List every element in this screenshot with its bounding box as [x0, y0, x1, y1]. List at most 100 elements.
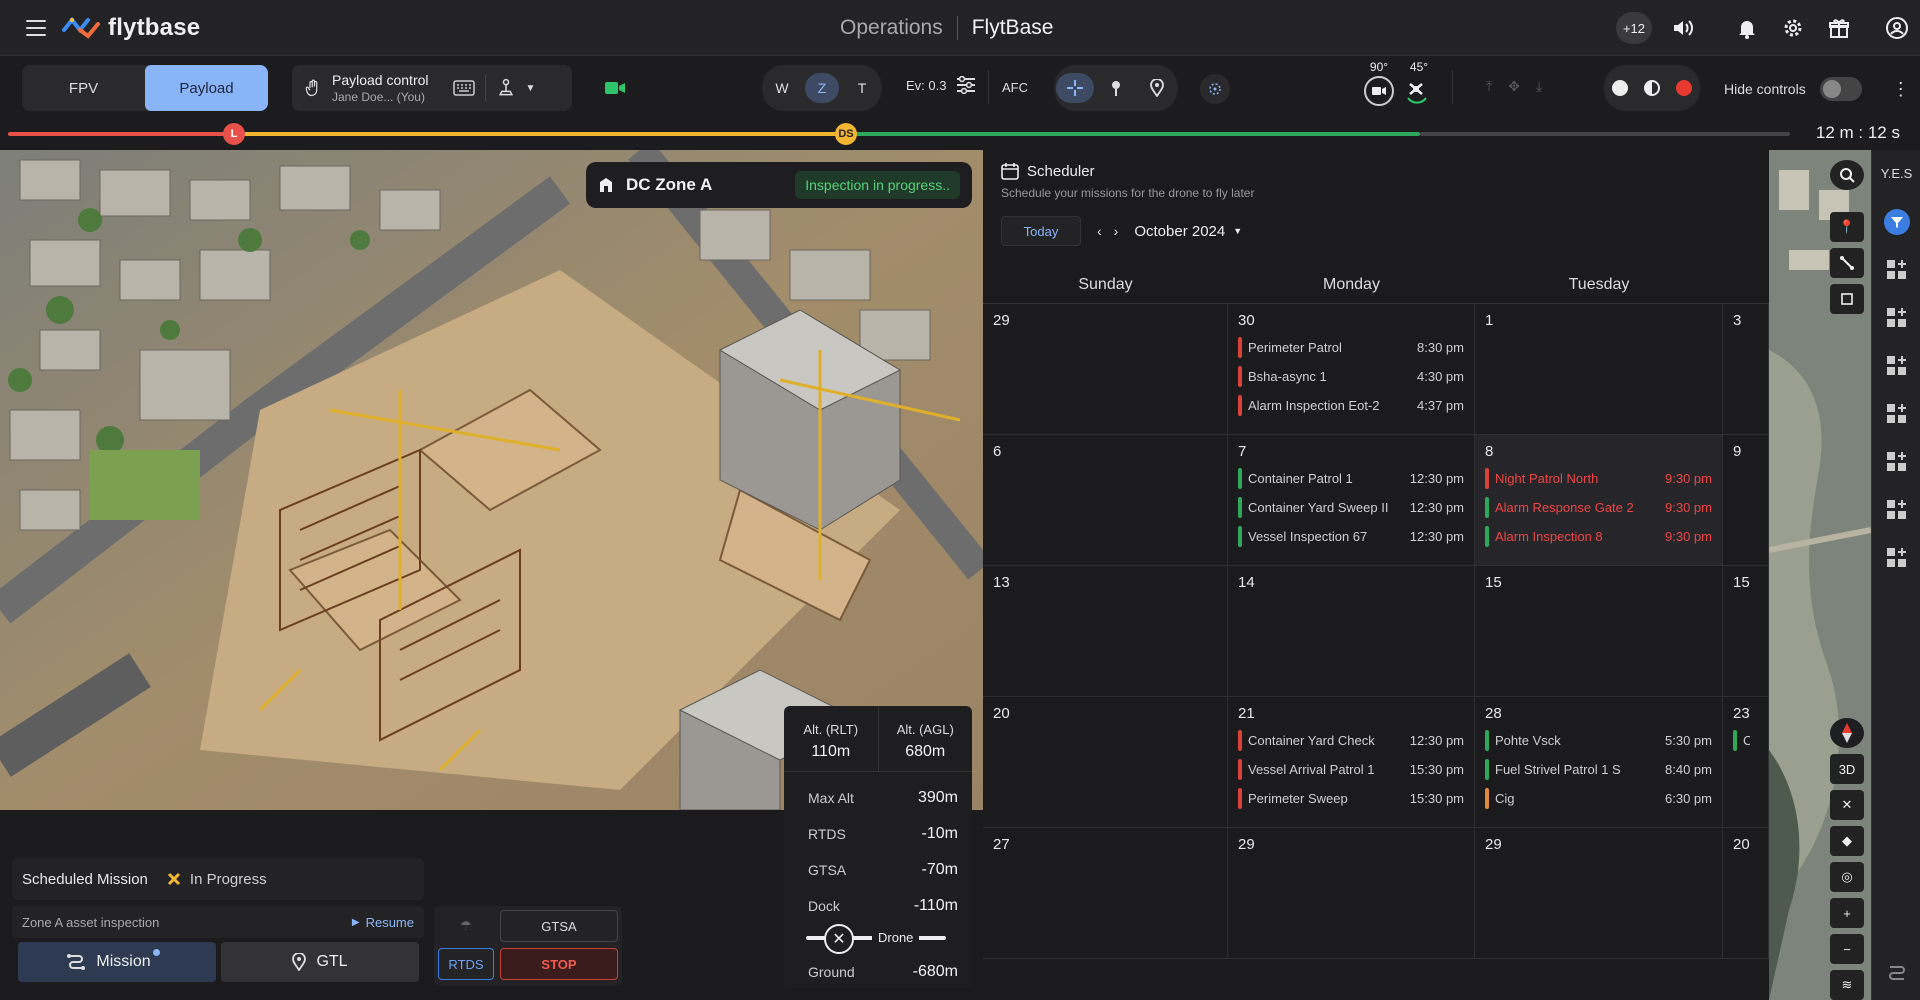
photo-capture-icon[interactable] [1612, 80, 1628, 96]
calendar-event[interactable]: Alarm Response Gate 2 9:30 pm [1485, 497, 1712, 518]
afc-button[interactable]: AFC [1002, 80, 1028, 95]
calendar-day-cell[interactable]: 29 [1228, 828, 1475, 959]
widget-add-icon-1[interactable] [1881, 254, 1913, 286]
widget-add-icon-7[interactable] [1881, 542, 1913, 574]
breadcrumb-flytbase[interactable]: FlytBase [972, 16, 1054, 40]
calendar-day-cell[interactable]: 29 [1475, 828, 1723, 959]
widget-add-icon-3[interactable] [1881, 350, 1913, 382]
calendar-event[interactable]: Perimeter Patrol 8:30 pm [1238, 337, 1464, 358]
map-zoom-in-icon[interactable]: + [1830, 898, 1864, 928]
calendar-event[interactable]: Chec [1733, 730, 1758, 751]
calendar-day-cell[interactable]: 14 [1228, 566, 1475, 697]
gtl-button[interactable]: GTL [221, 942, 419, 982]
location-marker-icon[interactable] [1138, 73, 1176, 103]
calendar-event[interactable]: Vessel Arrival Patrol 1 15:30 pm [1238, 759, 1464, 780]
users-count-badge[interactable]: +12 [1616, 12, 1652, 44]
calendar-event[interactable]: Bsha-async 1 4:30 pm [1238, 366, 1464, 387]
keyboard-icon[interactable] [452, 80, 475, 96]
calendar-event[interactable]: Container Yard Check 12:30 pm [1238, 730, 1464, 751]
flytbase-logo[interactable]: flytbase [62, 12, 200, 44]
filter-icon[interactable] [1881, 206, 1913, 238]
calendar-day-cell[interactable]: 30 Perimeter Patrol 8:30 pm Bsha-async 1 4:3… [1228, 304, 1475, 435]
map-measure-line-icon[interactable] [1830, 248, 1864, 278]
calendar-event[interactable]: Night Patrol North 9:30 pm [1485, 468, 1712, 489]
gtsa-button[interactable]: GTSA [500, 910, 618, 942]
zoom-lens-option[interactable]: Z [805, 73, 839, 103]
calendar-day-cell[interactable]: 27 [983, 828, 1228, 959]
calendar-event[interactable]: Perimeter Sweep 15:30 pm [1238, 788, 1464, 809]
wide-lens-option[interactable]: W [765, 73, 799, 103]
calendar-day-cell[interactable]: 15 [1723, 566, 1769, 697]
calendar-day-cell[interactable]: 21 Container Yard Check 12:30 pm Vessel Arr… [1228, 697, 1475, 828]
video-camera-icon[interactable] [604, 80, 626, 101]
parachute-icon[interactable]: ☂ [438, 910, 494, 942]
calendar-day-cell[interactable]: 28 Pohte Vsck 5:30 pm Fuel Strivel Patrol 1… [1475, 697, 1723, 828]
calendar-event[interactable]: Container Yard Sweep II 12:30 pm [1238, 497, 1464, 518]
calendar-event[interactable]: Fuel Strivel Patrol 1 S 8:40 pm [1485, 759, 1712, 780]
timeline-marker-launch[interactable]: L [223, 123, 245, 145]
focus-target-icon[interactable] [1200, 74, 1230, 104]
exposure-control[interactable]: Ev: 0.3 [906, 76, 976, 94]
bell-icon[interactable] [1732, 13, 1762, 43]
widget-add-icon-6[interactable] [1881, 494, 1913, 526]
route-toggle-icon[interactable] [1881, 958, 1913, 990]
hide-controls-toggle[interactable] [1819, 77, 1862, 101]
volume-icon[interactable] [1668, 13, 1698, 43]
gift-icon[interactable] [1824, 13, 1854, 43]
prev-month-icon[interactable]: ‹ [1097, 223, 1102, 239]
calendar-day-cell[interactable]: 8 Night Patrol North 9:30 pm Alarm Response… [1475, 435, 1723, 566]
payload-control[interactable]: Payload control Jane Doe... (You) ▼ [292, 65, 572, 111]
resume-button[interactable]: ▶ Resume [352, 915, 414, 930]
chevron-down-icon[interactable]: ▼ [526, 83, 536, 94]
compass-icon[interactable] [1830, 718, 1864, 748]
calendar-event[interactable]: Vessel Inspection 67 12:30 pm [1238, 526, 1464, 547]
map-search-icon[interactable] [1830, 160, 1864, 190]
hdr-mode-icon[interactable] [1644, 80, 1660, 96]
map-drone-center-icon[interactable]: ✕ [1830, 790, 1864, 820]
calendar-day-cell[interactable]: 3 [1723, 304, 1769, 435]
map-area-select-icon[interactable] [1830, 284, 1864, 314]
pin-icon[interactable] [1097, 73, 1135, 103]
more-options-icon[interactable]: ⋮ [1892, 80, 1910, 98]
calendar-day-cell[interactable]: 15 [1475, 566, 1723, 697]
calendar-day-cell[interactable]: 29 [983, 304, 1228, 435]
widget-add-icon-2[interactable] [1881, 302, 1913, 334]
calendar-day-cell[interactable]: 1 [1475, 304, 1723, 435]
calendar-event[interactable]: Cig 6:30 pm [1485, 788, 1712, 809]
calendar-day-cell[interactable]: 7 Container Patrol 1 12:30 pm Container Yar… [1228, 435, 1475, 566]
map-layers-icon[interactable]: ≋ [1830, 970, 1864, 1000]
tele-lens-option[interactable]: T [845, 73, 879, 103]
joystick-icon[interactable] [496, 78, 516, 98]
calendar-day-cell[interactable]: 20 [1723, 828, 1769, 959]
calendar-day-cell[interactable]: 13 [983, 566, 1228, 697]
sliders-icon[interactable] [956, 76, 976, 94]
breadcrumb-operations[interactable]: Operations [840, 16, 943, 40]
calendar-day-cell[interactable]: 9 [1723, 435, 1769, 566]
map-3d-toggle[interactable]: 3D [1830, 754, 1864, 784]
mission-button[interactable]: Mission [18, 942, 216, 982]
map-cube-icon[interactable]: ◆ [1830, 826, 1864, 856]
month-selector[interactable]: October 2024 ▼ [1134, 223, 1242, 240]
widget-add-icon-5[interactable] [1881, 446, 1913, 478]
crosshair-icon[interactable] [1055, 73, 1094, 103]
menu-icon[interactable] [22, 16, 50, 40]
account-icon[interactable] [1882, 13, 1912, 43]
drone-heading-icon[interactable] [1404, 78, 1432, 109]
next-month-icon[interactable]: › [1114, 223, 1119, 239]
calendar-event[interactable]: Alarm Inspection Eot-2 4:37 pm [1238, 395, 1464, 416]
map-zoom-out-icon[interactable]: − [1830, 934, 1864, 964]
stop-button[interactable]: STOP [500, 948, 618, 980]
gear-icon[interactable] [1778, 13, 1808, 43]
gimbal-camera-icon[interactable] [1364, 76, 1394, 106]
calendar-event[interactable]: Container Patrol 1 12:30 pm [1238, 468, 1464, 489]
timeline-marker-ds[interactable]: DS [835, 123, 857, 145]
map-locate-icon[interactable]: ◎ [1830, 862, 1864, 892]
calendar-day-cell[interactable]: 23 Chec [1723, 697, 1769, 828]
calendar-day-cell[interactable]: 6 [983, 435, 1228, 566]
record-icon[interactable] [1676, 80, 1692, 96]
calendar-event[interactable]: Alarm Inspection 8 9:30 pm [1485, 526, 1712, 547]
map-pin-tool-icon[interactable]: 📍 [1830, 212, 1864, 242]
widget-add-icon-4[interactable] [1881, 398, 1913, 430]
payload-option[interactable]: Payload [145, 65, 268, 111]
today-button[interactable]: Today [1001, 216, 1081, 246]
